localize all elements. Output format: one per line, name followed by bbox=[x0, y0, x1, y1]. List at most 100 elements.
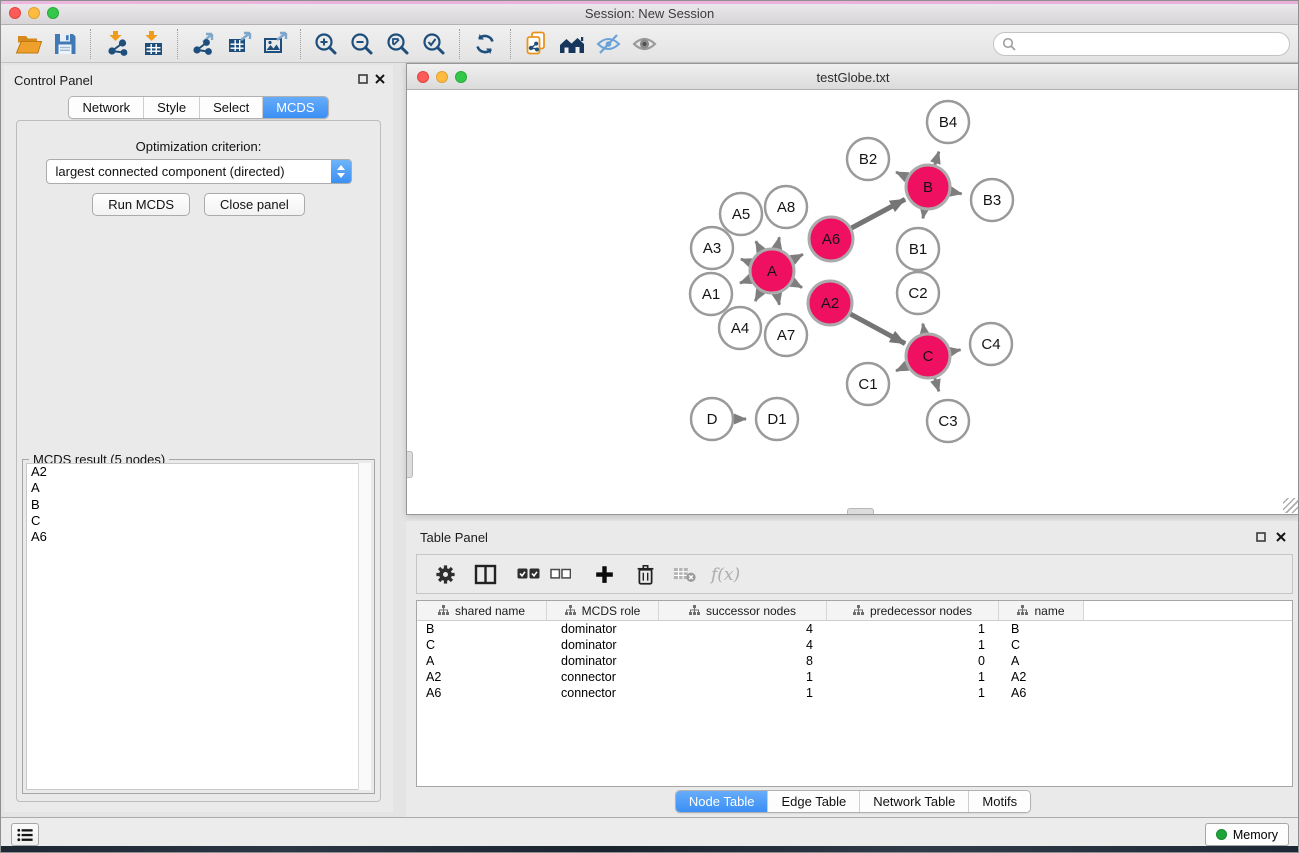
import-table-button[interactable] bbox=[134, 28, 170, 60]
mcds-result-list[interactable]: A2ABCA6 bbox=[26, 463, 371, 790]
column-header-mcds-role[interactable]: MCDS role bbox=[547, 601, 659, 620]
graph-node-B2[interactable]: B2 bbox=[847, 138, 889, 180]
network-graph[interactable]: A5A8A6A3AA1A4A7A2B2B4BB3B1C2CC4C1C3DD1 bbox=[407, 90, 1299, 514]
graph-edge-A-A6[interactable] bbox=[792, 254, 803, 260]
table-cell[interactable]: 4 bbox=[659, 621, 827, 637]
table-cell[interactable]: 1 bbox=[827, 621, 999, 637]
close-table-panel-icon[interactable] bbox=[1275, 531, 1287, 543]
graph-node-A6[interactable]: A6 bbox=[809, 217, 853, 261]
search-field[interactable] bbox=[993, 32, 1290, 56]
mcds-list-scrollbar[interactable] bbox=[358, 463, 371, 790]
tab-mcds[interactable]: MCDS bbox=[262, 97, 327, 118]
table-settings-button[interactable] bbox=[434, 563, 457, 586]
show-columns-button[interactable] bbox=[474, 564, 497, 585]
show-graphics-details-button[interactable] bbox=[626, 28, 662, 60]
hide-graphics-details-button[interactable] bbox=[590, 28, 626, 60]
table-cell[interactable]: 4 bbox=[659, 637, 827, 653]
graph-node-A[interactable]: A bbox=[750, 249, 794, 293]
table-cell[interactable]: A2 bbox=[999, 669, 1084, 685]
import-network-button[interactable] bbox=[98, 28, 134, 60]
graph-edge-C-C2[interactable] bbox=[923, 324, 925, 334]
graph-edge-B-B4[interactable] bbox=[935, 152, 939, 165]
zoom-in-button[interactable] bbox=[308, 28, 344, 60]
table-cell[interactable]: 1 bbox=[827, 637, 999, 653]
export-network-button[interactable] bbox=[185, 28, 221, 60]
export-table-button[interactable] bbox=[221, 28, 257, 60]
graph-edge-A2-C[interactable] bbox=[850, 314, 905, 344]
table-cell[interactable]: B bbox=[999, 621, 1084, 637]
criterion-dropdown[interactable]: largest connected component (directed) bbox=[46, 159, 352, 184]
graph-edge-B-B2[interactable] bbox=[896, 172, 907, 177]
graph-node-D1[interactable]: D1 bbox=[756, 398, 798, 440]
graph-node-A3[interactable]: A3 bbox=[691, 227, 733, 269]
graph-node-B3[interactable]: B3 bbox=[971, 179, 1013, 221]
graph-node-B[interactable]: B bbox=[906, 165, 950, 209]
table-cell[interactable]: dominator bbox=[547, 653, 659, 669]
column-header-name[interactable]: name bbox=[999, 601, 1084, 620]
function-builder-button[interactable]: f(x) bbox=[710, 563, 748, 585]
table-cell[interactable]: A bbox=[999, 653, 1084, 669]
table-cell[interactable]: dominator bbox=[547, 621, 659, 637]
tab-edge-table[interactable]: Edge Table bbox=[767, 791, 859, 812]
table-cell[interactable]: A6 bbox=[999, 685, 1084, 701]
save-session-button[interactable] bbox=[47, 28, 83, 60]
table-cell[interactable]: connector bbox=[547, 685, 659, 701]
tab-node-table[interactable]: Node Table bbox=[676, 791, 768, 812]
bottom-panel-grip[interactable] bbox=[847, 508, 874, 514]
home-view-button[interactable] bbox=[554, 28, 590, 60]
table-cell[interactable]: B bbox=[417, 621, 547, 637]
bird-view-grip[interactable] bbox=[407, 451, 413, 478]
table-row[interactable]: Cdominator41C bbox=[417, 637, 1292, 653]
tab-network-table[interactable]: Network Table bbox=[859, 791, 968, 812]
zoom-out-button[interactable] bbox=[344, 28, 380, 60]
tab-style[interactable]: Style bbox=[143, 97, 199, 118]
mcds-result-item[interactable]: A bbox=[27, 480, 370, 496]
graph-edge-A-A1[interactable] bbox=[740, 279, 750, 283]
graph-node-C4[interactable]: C4 bbox=[970, 323, 1012, 365]
network-canvas[interactable]: A5A8A6A3AA1A4A7A2B2B4BB3B1C2CC4C1C3DD1 bbox=[407, 90, 1299, 514]
graph-node-A2[interactable]: A2 bbox=[808, 281, 852, 325]
graph-node-A4[interactable]: A4 bbox=[719, 307, 761, 349]
duplicate-network-button[interactable] bbox=[518, 28, 554, 60]
mcds-result-item[interactable]: A6 bbox=[27, 529, 370, 545]
table-cell[interactable]: A6 bbox=[417, 685, 547, 701]
column-header-shared-name[interactable]: shared name bbox=[417, 601, 547, 620]
graph-node-D[interactable]: D bbox=[691, 398, 733, 440]
zoom-selected-button[interactable] bbox=[416, 28, 452, 60]
close-panel-icon[interactable] bbox=[374, 73, 386, 85]
delete-table-button[interactable] bbox=[673, 565, 697, 583]
mcds-result-item[interactable]: C bbox=[27, 513, 370, 529]
graph-edge-C-C3[interactable] bbox=[935, 378, 939, 391]
graph-edge-B-B3[interactable] bbox=[951, 192, 962, 194]
table-cell[interactable]: 0 bbox=[827, 653, 999, 669]
table-cell[interactable]: 1 bbox=[827, 685, 999, 701]
column-header-successor-nodes[interactable]: successor nodes bbox=[659, 601, 827, 620]
add-column-button[interactable] bbox=[594, 564, 615, 585]
table-row[interactable]: Bdominator41B bbox=[417, 621, 1292, 637]
table-cell[interactable]: C bbox=[417, 637, 547, 653]
tab-motifs[interactable]: Motifs bbox=[968, 791, 1030, 812]
table-cell[interactable]: 8 bbox=[659, 653, 827, 669]
table-cell[interactable]: A2 bbox=[417, 669, 547, 685]
graph-edge-A-A4[interactable] bbox=[755, 291, 761, 301]
graph-node-A7[interactable]: A7 bbox=[765, 314, 807, 356]
export-image-button[interactable] bbox=[257, 28, 293, 60]
mcds-result-item[interactable]: B bbox=[27, 497, 370, 513]
table-cell[interactable]: dominator bbox=[547, 637, 659, 653]
close-panel-button[interactable]: Close panel bbox=[204, 193, 305, 216]
table-cell[interactable]: A bbox=[417, 653, 547, 669]
deselect-all-button[interactable] bbox=[550, 568, 571, 580]
delete-columns-button[interactable] bbox=[635, 563, 656, 586]
graph-node-C2[interactable]: C2 bbox=[897, 272, 939, 314]
zoom-fit-button[interactable] bbox=[380, 28, 416, 60]
graph-edge-A-A7[interactable] bbox=[777, 293, 779, 304]
mcds-result-item[interactable]: A2 bbox=[27, 464, 370, 480]
table-row[interactable]: A2connector11A2 bbox=[417, 669, 1292, 685]
search-input[interactable] bbox=[1021, 37, 1289, 52]
graph-node-B4[interactable]: B4 bbox=[927, 101, 969, 143]
table-cell[interactable]: 1 bbox=[659, 669, 827, 685]
graph-node-A1[interactable]: A1 bbox=[690, 273, 732, 315]
table-row[interactable]: A6connector11A6 bbox=[417, 685, 1292, 701]
graph-edge-A-A3[interactable] bbox=[741, 259, 751, 263]
float-panel-icon[interactable] bbox=[357, 73, 369, 85]
